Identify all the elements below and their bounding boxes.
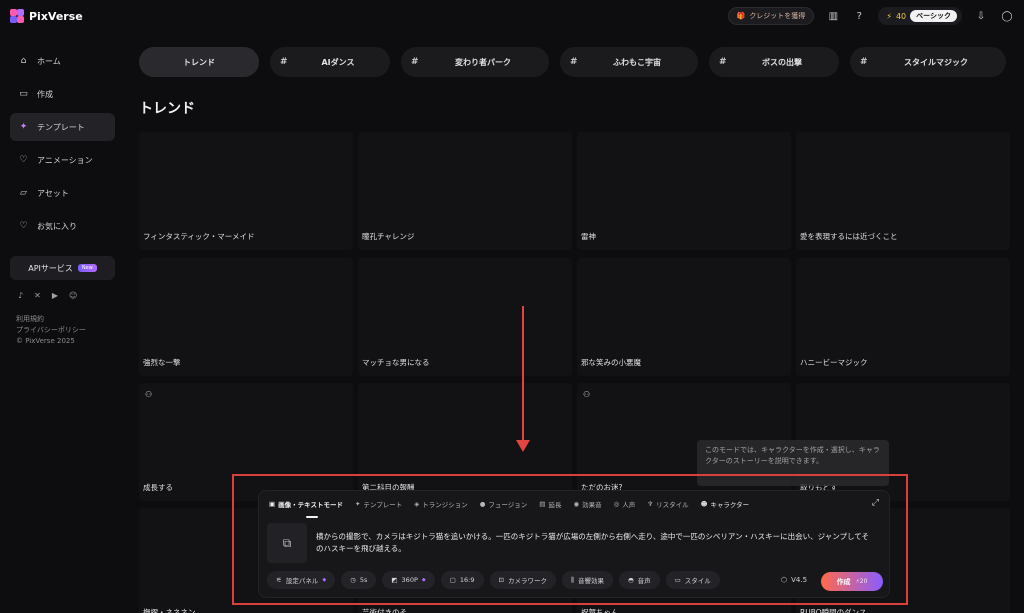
- terms-link[interactable]: 利用規約: [16, 314, 86, 325]
- template-card[interactable]: 強烈な一撃: [139, 258, 353, 376]
- sidebar-item-label: 作成: [37, 89, 53, 99]
- tab-label: AIダンス: [321, 57, 355, 67]
- category-tabs: トレンド # AIダンス # 変わり者パーク # ふわもこ宇宙 # ボスの出撃 …: [139, 47, 1006, 77]
- annotation-arrow-line: [522, 306, 524, 444]
- template-card-label: フィンタスティック・マーメイド: [143, 232, 255, 241]
- template-card-label: マッチョな男になる: [362, 358, 430, 367]
- template-card-label: 成長する: [143, 483, 173, 492]
- new-badge: New: [77, 264, 97, 272]
- tab-quirky-park[interactable]: # 変わり者パーク: [401, 47, 549, 77]
- template-card[interactable]: マッチョな男になる: [358, 258, 572, 376]
- sidebar-item-assets[interactable]: ▱ アセット: [10, 179, 115, 207]
- logo[interactable]: PixVerse: [10, 9, 83, 23]
- sidebar-item-label: テンプレート: [37, 122, 85, 132]
- hash-icon: #: [411, 57, 419, 67]
- sidebar-item-home[interactable]: ⌂ ホーム: [10, 47, 115, 75]
- section-title: トレンド: [139, 101, 195, 117]
- multi-person-icon: ⚇: [145, 390, 153, 399]
- download-app-icon[interactable]: ⇩: [974, 9, 988, 23]
- energy-count: 40: [895, 11, 907, 21]
- youtube-icon[interactable]: ▶: [52, 291, 58, 300]
- user-icon[interactable]: ◯: [1000, 9, 1014, 23]
- template-card-label: 祝賀ちゃん: [581, 608, 619, 613]
- tab-boss-sortie[interactable]: # ボスの出撃: [709, 47, 839, 77]
- tab-label: 変わり者パーク: [455, 57, 511, 67]
- template-card[interactable]: 邪な笑みの小悪魔: [577, 258, 791, 376]
- fox-icon: ♡: [19, 155, 28, 165]
- template-card-label: 瞳孔チャレンジ: [362, 232, 415, 241]
- energy-badge[interactable]: ⚡ 40 ベーシック: [878, 7, 962, 25]
- tab-label: スタイルマジック: [904, 57, 968, 67]
- template-card[interactable]: 愛を表現するには近づくこと: [796, 132, 1010, 250]
- earn-credit-label: クレジットを獲得: [749, 12, 806, 20]
- multi-person-icon: ⚇: [583, 390, 591, 399]
- sidebar: ⌂ ホーム ▭ 作成 ✦ テンプレート ♡ アニメーション ▱ アセット ♡ お…: [10, 47, 115, 245]
- heart-icon: ♡: [19, 221, 28, 231]
- sidebar-item-label: ホーム: [37, 56, 61, 66]
- template-card-label: 撫摺・ネネネン: [143, 608, 196, 613]
- privacy-link[interactable]: プライバシーポリシー: [16, 325, 86, 336]
- sidebar-item-create[interactable]: ▭ 作成: [10, 80, 115, 108]
- sidebar-item-templates[interactable]: ✦ テンプレート: [10, 113, 115, 141]
- sidebar-item-label: アセット: [37, 188, 69, 198]
- footer-links: 利用規約 プライバシーポリシー © PixVerse 2025: [16, 314, 86, 347]
- book-icon[interactable]: ▥: [826, 9, 840, 23]
- hash-icon: #: [719, 57, 727, 67]
- hash-icon: #: [570, 57, 578, 67]
- sparkle-icon: ✦: [19, 122, 28, 132]
- folder-icon: ▱: [20, 188, 27, 198]
- tab-style-magic[interactable]: # スタイルマジック: [850, 47, 1006, 77]
- tab-ai-dance[interactable]: # AIダンス: [270, 47, 390, 77]
- lightning-icon: ⚡: [886, 11, 892, 21]
- annotation-arrow-head: [516, 440, 530, 452]
- tab-label: トレンド: [183, 57, 215, 67]
- tab-label: ふわもこ宇宙: [613, 57, 661, 67]
- tab-fluffy-universe[interactable]: # ふわもこ宇宙: [560, 47, 698, 77]
- template-card-label: 雷神: [581, 232, 596, 241]
- copyright: © PixVerse 2025: [16, 337, 75, 345]
- social-links: ♪ ✕ ▶ ☺: [18, 291, 77, 300]
- template-card-label: ハニービーマジック: [800, 358, 868, 367]
- sidebar-item-label: アニメーション: [37, 155, 93, 165]
- sidebar-item-label: お気に入り: [37, 221, 77, 231]
- template-card[interactable]: フィンタスティック・マーメイド: [139, 132, 353, 250]
- gift-icon: 🎁: [736, 12, 746, 20]
- template-card[interactable]: 瞳孔チャレンジ: [358, 132, 572, 250]
- x-icon[interactable]: ✕: [34, 291, 41, 300]
- tiktok-icon[interactable]: ♪: [18, 291, 23, 300]
- template-card-label: 愛を表現するには近づくこと: [800, 232, 898, 241]
- template-card[interactable]: 雷神: [577, 132, 791, 250]
- header-actions: 🎁 クレジットを獲得 ▥ ? ⚡ 40 ベーシック ⇩ ◯: [727, 7, 1014, 25]
- sidebar-item-favorites[interactable]: ♡ お気に入り: [10, 212, 115, 240]
- template-card[interactable]: ハニービーマジック: [796, 258, 1010, 376]
- api-service-label: APIサービス: [28, 263, 73, 273]
- tab-trend[interactable]: トレンド: [139, 47, 259, 77]
- plan-badge: ベーシック: [910, 10, 957, 22]
- template-card-label: 強烈な一撃: [143, 358, 181, 367]
- earn-credit-button[interactable]: 🎁 クレジットを獲得: [727, 7, 815, 25]
- sidebar-item-animation[interactable]: ♡ アニメーション: [10, 146, 115, 174]
- api-service-button[interactable]: APIサービス New: [10, 256, 115, 280]
- template-card-label: 邪な笑みの小悪魔: [581, 358, 641, 367]
- annotation-highlight-box: [232, 474, 908, 605]
- hash-icon: #: [860, 57, 868, 67]
- template-card-label: 芸術付きのそ: [362, 608, 407, 613]
- template-card-label: RUBO瞬間のダンス: [800, 608, 867, 613]
- tab-label: ボスの出撃: [762, 57, 802, 67]
- hash-icon: #: [280, 57, 288, 67]
- discord-icon[interactable]: ☺: [69, 291, 77, 300]
- home-icon: ⌂: [20, 56, 27, 66]
- logo-text: PixVerse: [29, 9, 83, 23]
- pixverse-logo-icon: [10, 9, 24, 23]
- video-icon: ▭: [19, 89, 28, 99]
- help-icon[interactable]: ?: [852, 9, 866, 23]
